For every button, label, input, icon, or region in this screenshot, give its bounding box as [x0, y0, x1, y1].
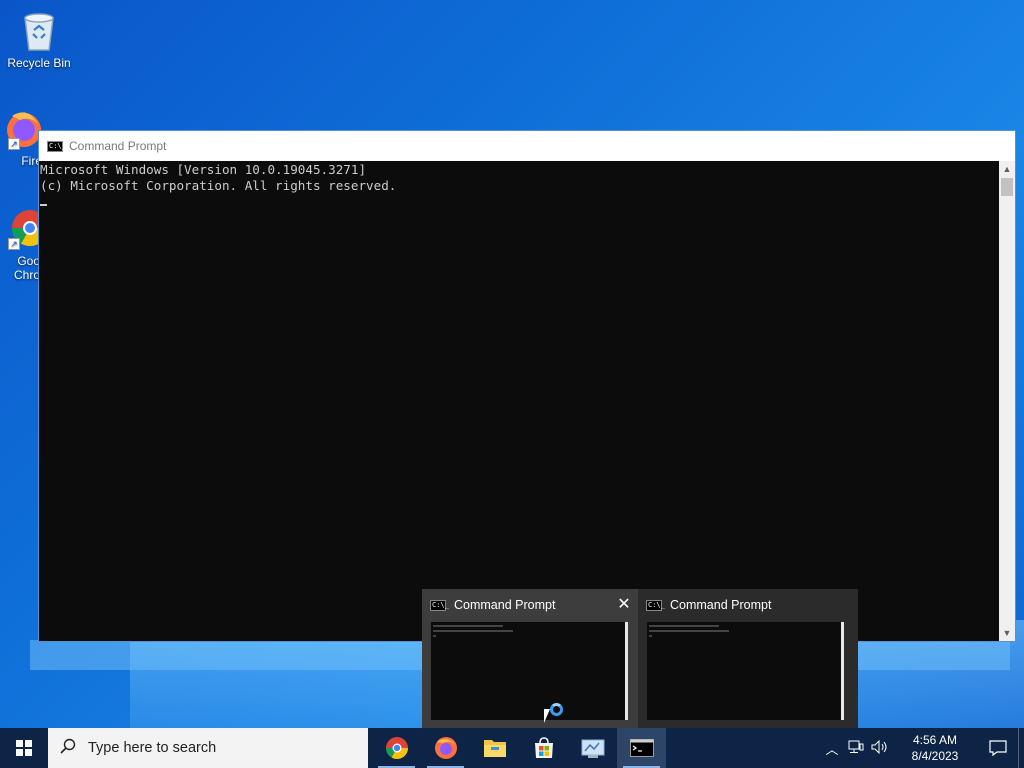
show-desktop-button[interactable] — [1018, 728, 1024, 768]
scroll-thumb[interactable] — [1001, 178, 1013, 196]
desktop-icon-recycle-bin[interactable]: Recycle Bin — [1, 8, 77, 70]
thumbnail-command-prompt-1[interactable]: C:\_ Command Prompt ✕ — [422, 589, 638, 728]
chevron-up-icon[interactable]: ︿ — [820, 739, 844, 758]
microsoft-store-icon — [534, 737, 553, 758]
firefox-icon — [434, 737, 457, 759]
volume-icon[interactable] — [868, 739, 892, 757]
taskbar-control-panel[interactable] — [568, 728, 617, 768]
thumbnail-preview — [647, 622, 844, 720]
notification-icon — [989, 740, 1007, 757]
taskbar-file-explorer[interactable] — [470, 728, 519, 768]
network-icon[interactable] — [844, 740, 868, 757]
command-prompt-icon — [629, 739, 654, 757]
console-output[interactable]: Microsoft Windows [Version 10.0.19045.32… — [39, 161, 999, 641]
window-title: Command Prompt — [69, 139, 167, 153]
thumbnail-title: Command Prompt — [670, 598, 772, 612]
taskbar-thumbnail-panel: C:\_ Command Prompt ✕ C:\_ Command Promp… — [422, 589, 858, 728]
start-button[interactable] — [0, 728, 48, 768]
console-line: Microsoft Windows [Version 10.0.19045.32… — [40, 162, 367, 177]
recycle-bin-icon — [17, 8, 61, 52]
scroll-down-icon[interactable]: ▼ — [999, 625, 1015, 641]
action-center-button[interactable] — [978, 728, 1018, 768]
cmd-titlebar[interactable]: C:\_ Command Prompt — [39, 131, 1015, 161]
taskbar-microsoft-store[interactable] — [519, 728, 568, 768]
clock-date: 8/4/2023 — [911, 749, 959, 763]
pinned-apps — [372, 728, 666, 768]
windows-logo-icon — [16, 740, 32, 756]
vertical-scrollbar[interactable]: ▲ ▼ — [999, 161, 1015, 641]
chrome-icon — [385, 737, 408, 759]
thumbnail-command-prompt-2[interactable]: C:\_ Command Prompt — [638, 589, 854, 728]
firefox-icon: ↗ — [0, 106, 42, 150]
thumbnail-title: Command Prompt — [454, 598, 556, 612]
console-line: (c) Microsoft Corporation. All rights re… — [40, 178, 397, 193]
chrome-icon: ↗ — [0, 206, 49, 250]
search-placeholder: Type here to search — [88, 740, 217, 756]
file-explorer-icon — [483, 740, 506, 757]
shortcut-arrow-icon: ↗ — [8, 138, 20, 150]
search-icon — [60, 738, 76, 758]
taskbar-command-prompt[interactable] — [617, 728, 666, 768]
taskbar-chrome[interactable] — [372, 728, 421, 768]
scroll-up-icon[interactable]: ▲ — [999, 161, 1015, 177]
control-panel-icon — [581, 739, 604, 758]
command-prompt-icon: C:\_ — [47, 140, 66, 152]
command-prompt-icon: C:\_ — [646, 599, 665, 611]
taskbar: Type here to search ︿ 4:56 AM 8/4/2023 — [0, 728, 1024, 768]
mouse-pointer-icon — [544, 709, 556, 723]
clock-time: 4:56 AM — [912, 733, 958, 747]
text-cursor — [40, 204, 47, 206]
taskbar-firefox[interactable] — [421, 728, 470, 768]
recycle-bin-label: Recycle Bin — [7, 56, 71, 70]
command-prompt-window[interactable]: C:\_ Command Prompt Microsoft Windows [V… — [38, 130, 1016, 642]
close-icon[interactable]: ✕ — [616, 597, 632, 613]
command-prompt-icon: C:\_ — [430, 599, 449, 611]
clock[interactable]: 4:56 AM 8/4/2023 — [900, 732, 970, 764]
search-input[interactable]: Type here to search — [48, 728, 368, 768]
system-tray: ︿ 4:56 AM 8/4/2023 — [820, 728, 1024, 768]
shortcut-arrow-icon: ↗ — [8, 238, 20, 250]
thumbnail-preview — [431, 622, 628, 723]
